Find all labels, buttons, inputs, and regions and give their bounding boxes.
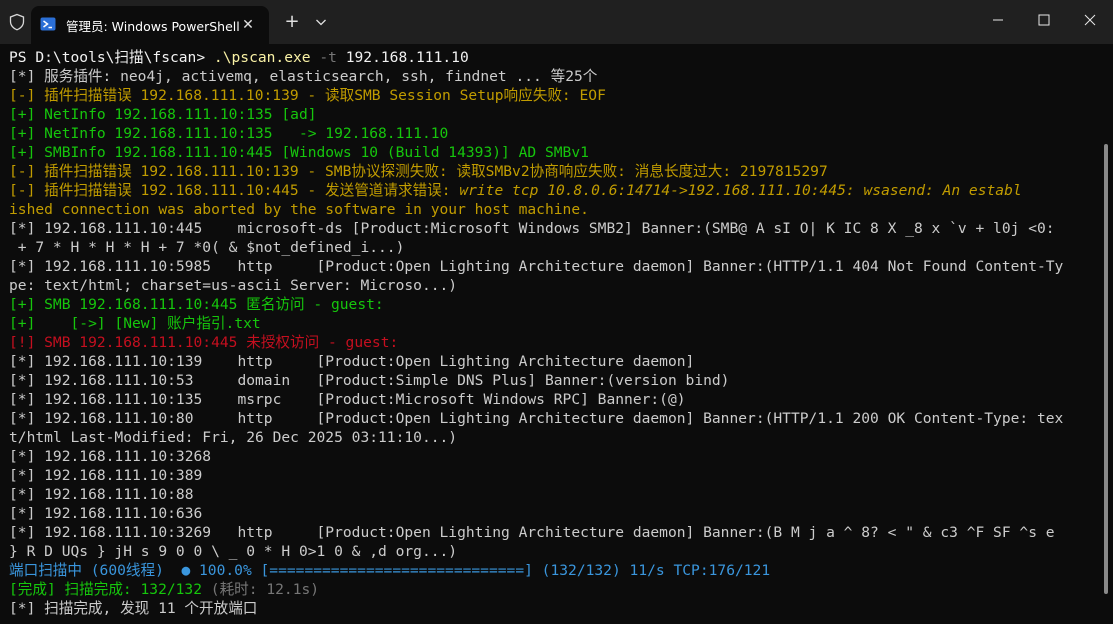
terminal-text: [*] 192.168.111.10:88: [9, 486, 194, 503]
terminal-text: } R D UQs } jH s 9 0 0 \ _ 0 * H 0>1 0 &…: [9, 543, 458, 560]
terminal-line: [*] 192.168.111.10:445 microsoft-ds [Pro…: [9, 219, 1101, 238]
terminal-line: [完成] 扫描完成: 132/132 (耗时: 12.1s): [9, 580, 1101, 599]
terminal-text: PS D:\tools\扫描\fscan>: [9, 49, 214, 66]
terminal-text: [+] [->] [New] 账户指引.txt: [9, 315, 261, 332]
terminal-text: [*] 192.168.111.10:389: [9, 467, 203, 484]
terminal-line: PS D:\tools\扫描\fscan> .\pscan.exe -t 192…: [9, 48, 1101, 67]
terminal-line: [*] 扫描完成, 发现 11 个开放端口: [9, 599, 1101, 618]
terminal-line: [*] 192.168.111.10:139 http [Product:Ope…: [9, 352, 1101, 371]
terminal-text: [+] NetInfo 192.168.111.10:135 [ad]: [9, 106, 317, 123]
minimize-icon[interactable]: [975, 0, 1021, 40]
terminal-text: [*] 192.168.111.10:3268: [9, 448, 212, 465]
terminal-text: t/html Last-Modified: Fri, 26 Dec 2025 0…: [9, 429, 458, 446]
terminal-text: [-] 插件扫描错误 192.168.111.10:445 - 发送管道请求错误…: [9, 182, 460, 199]
terminal-text: (耗时: 12.1s): [210, 581, 320, 598]
terminal-line: t/html Last-Modified: Fri, 26 Dec 2025 0…: [9, 428, 1101, 447]
terminal-line: [+] [->] [New] 账户指引.txt: [9, 314, 1101, 333]
terminal-line: [*] 192.168.111.10:3269 http [Product:Op…: [9, 523, 1101, 542]
terminal-line: ished connection was aborted by the soft…: [9, 200, 1101, 219]
terminal-text: [*] 192.168.111.10:139 http [Product:Ope…: [9, 353, 695, 370]
terminal-lines: PS D:\tools\扫描\fscan> .\pscan.exe -t 192…: [9, 48, 1101, 618]
terminal-text: 端口扫描中 (600线程) ● 100.0% [================…: [9, 562, 771, 579]
powershell-window: 管理员: Windows PowerShell ✕ + PS D:\tools\…: [0, 0, 1113, 624]
maximize-icon[interactable]: [1021, 0, 1067, 40]
terminal-text: ished connection was aborted by the soft…: [9, 201, 589, 218]
terminal-line: [+] SMB 192.168.111.10:445 匿名访问 - guest:: [9, 295, 1101, 314]
terminal-text: write tcp 10.8.0.6:14714->192.168.111.10…: [459, 182, 1022, 199]
terminal-line: [*] 192.168.111.10:88: [9, 485, 1101, 504]
terminal-line: } R D UQs } jH s 9 0 0 \ _ 0 * H 0>1 0 &…: [9, 542, 1101, 561]
terminal-line: [*] 192.168.111.10:636: [9, 504, 1101, 523]
terminal-text: [+] SMB 192.168.111.10:445 匿名访问 - guest:: [9, 296, 384, 313]
terminal-line: [*] 192.168.111.10:3268: [9, 447, 1101, 466]
terminal-line: [*] 192.168.111.10:389: [9, 466, 1101, 485]
terminal-line: [+] SMBInfo 192.168.111.10:445 [Windows …: [9, 143, 1101, 162]
terminal-text: [*] 192.168.111.10:636: [9, 505, 203, 522]
terminal-text: pe: text/html; charset=us-ascii Server: …: [9, 277, 458, 294]
terminal-text: .\pscan.exe: [213, 49, 311, 66]
terminal-line: 端口扫描中 (600线程) ● 100.0% [================…: [9, 561, 1101, 580]
tab-powershell[interactable]: 管理员: Windows PowerShell ✕: [31, 6, 269, 44]
title-bar[interactable]: 管理员: Windows PowerShell ✕ +: [0, 0, 1113, 44]
terminal-line: [+] NetInfo 192.168.111.10:135 [ad]: [9, 105, 1101, 124]
powershell-icon: [40, 16, 56, 32]
tab-title: 管理员: Windows PowerShell: [66, 19, 240, 34]
terminal-line: [*] 192.168.111.10:135 msrpc [Product:Mi…: [9, 390, 1101, 409]
terminal-text: [+] SMBInfo 192.168.111.10:445 [Windows …: [9, 144, 589, 161]
terminal-line: + 7 * H * H * H + 7 *0( & $not_defined_i…: [9, 238, 1101, 257]
close-icon[interactable]: ✕: [237, 14, 259, 36]
terminal-text: [完成] 扫描完成: 132/132: [9, 581, 211, 598]
terminal-text: [*] 服务插件: neo4j, activemq, elasticsearch…: [9, 68, 598, 85]
terminal-line: [*] 192.168.111.10:53 domain [Product:Si…: [9, 371, 1101, 390]
terminal-text: [-] 插件扫描错误 192.168.111.10:139 - SMB协议探测失…: [9, 163, 828, 180]
terminal-text: 192.168.111.10: [345, 49, 469, 66]
terminal-text: [*] 扫描完成, 发现 11 个开放端口: [9, 600, 258, 617]
terminal-line: [!] SMB 192.168.111.10:445 未授权访问 - guest…: [9, 333, 1101, 352]
terminal-line: [*] 服务插件: neo4j, activemq, elasticsearch…: [9, 67, 1101, 86]
terminal-text: [*] 192.168.111.10:135 msrpc [Product:Mi…: [9, 391, 686, 408]
terminal-line: [-] 插件扫描错误 192.168.111.10:139 - 读取SMB Se…: [9, 86, 1101, 105]
terminal-line: [*] 192.168.111.10:80 http [Product:Open…: [9, 409, 1101, 428]
terminal-line: [-] 插件扫描错误 192.168.111.10:445 - 发送管道请求错误…: [9, 181, 1101, 200]
terminal-line: [-] 插件扫描错误 192.168.111.10:139 - SMB协议探测失…: [9, 162, 1101, 181]
terminal-output[interactable]: PS D:\tools\扫描\fscan> .\pscan.exe -t 192…: [0, 44, 1108, 624]
terminal-text: -t: [310, 49, 346, 66]
close-window-icon[interactable]: [1067, 0, 1113, 40]
terminal-line: [*] 192.168.111.10:5985 http [Product:Op…: [9, 257, 1101, 276]
terminal-text: [*] 192.168.111.10:445 microsoft-ds [Pro…: [9, 220, 1055, 237]
chevron-down-icon[interactable]: [311, 12, 331, 32]
shield-icon: [8, 13, 26, 31]
terminal-text: [*] 192.168.111.10:53 domain [Product:Si…: [9, 372, 730, 389]
terminal-text: [*] 192.168.111.10:5985 http [Product:Op…: [9, 258, 1064, 275]
terminal-text: [*] 192.168.111.10:3269 http [Product:Op…: [9, 524, 1055, 541]
plus-icon[interactable]: +: [280, 11, 304, 33]
terminal-text: + 7 * H * H * H + 7 *0( & $not_defined_i…: [9, 239, 405, 256]
terminal-line: [+] NetInfo 192.168.111.10:135 -> 192.16…: [9, 124, 1101, 143]
terminal-text: [!] SMB 192.168.111.10:445 未授权访问 - guest…: [9, 334, 399, 351]
terminal-text: [+] NetInfo 192.168.111.10:135 -> 192.16…: [9, 125, 449, 142]
scrollbar[interactable]: [1104, 144, 1108, 594]
terminal-text: [*] 192.168.111.10:80 http [Product:Open…: [9, 410, 1064, 427]
terminal-line: pe: text/html; charset=us-ascii Server: …: [9, 276, 1101, 295]
terminal-text: [-] 插件扫描错误 192.168.111.10:139 - 读取SMB Se…: [9, 87, 606, 104]
